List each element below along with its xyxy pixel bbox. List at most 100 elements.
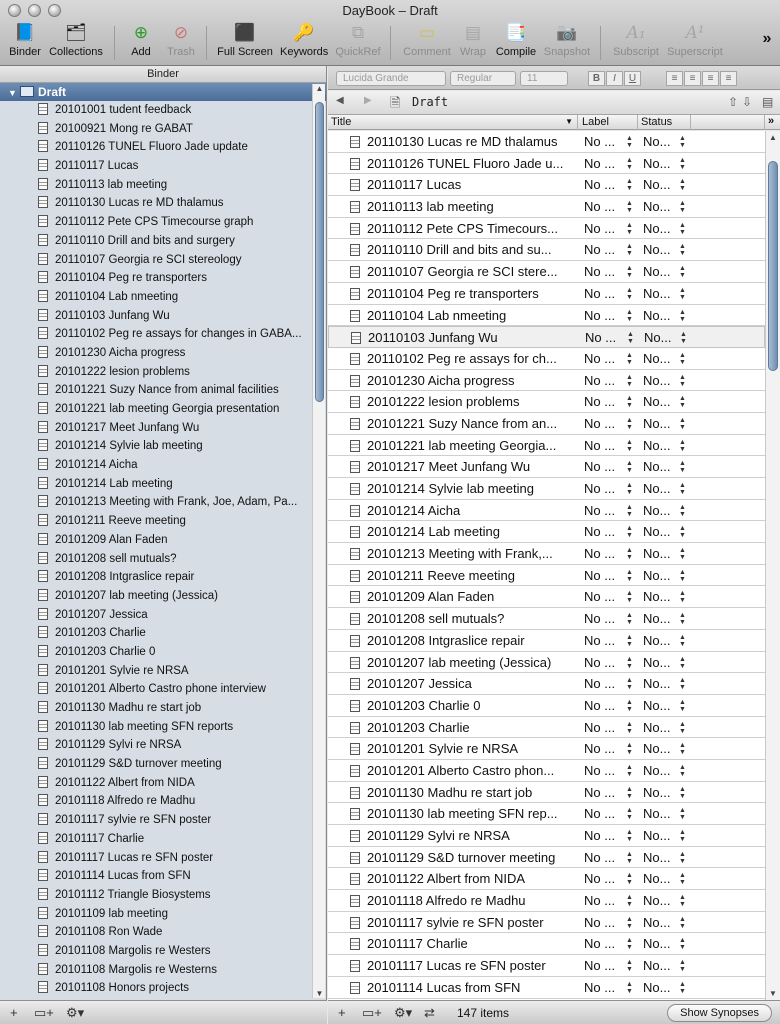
table-row[interactable]: 20110130 Lucas re MD thalamus No ... ▲ ▼ No.…: [328, 131, 765, 153]
label-cell[interactable]: No ... ▲ ▼: [584, 630, 634, 651]
snapshot-button[interactable]: 📷 Snapshot: [542, 22, 592, 64]
binder-item[interactable]: 20101207 Jessica: [0, 606, 312, 625]
table-row[interactable]: 20101207 Jessica No ... ▲ ▼ No... ▲ ▼: [328, 673, 765, 695]
status-stepper-icon[interactable]: ▲ ▼: [680, 331, 687, 345]
label-cell[interactable]: No ... ▲ ▼: [584, 196, 634, 217]
status-cell[interactable]: No... ▲ ▼: [643, 305, 691, 326]
label-cell[interactable]: No ... ▲ ▼: [584, 456, 634, 477]
binder-item[interactable]: 20101109 lab meeting: [0, 905, 312, 924]
binder-scroll-thumb[interactable]: [315, 102, 324, 402]
binder-item[interactable]: 20110112 Pete CPS Timecourse graph: [0, 213, 312, 232]
status-stepper-icon[interactable]: ▲ ▼: [679, 894, 686, 908]
align-center-button[interactable]: ≡: [684, 71, 701, 86]
trash-button[interactable]: ⊘ Trash: [164, 22, 198, 64]
quickref-button[interactable]: ⧉ QuickRef: [334, 22, 382, 64]
binder-item[interactable]: 20110104 Lab nmeeting: [0, 288, 312, 307]
label-cell[interactable]: No ... ▲ ▼: [584, 652, 634, 673]
full-screen-button[interactable]: ⬛ Full Screen: [216, 22, 274, 64]
back-arrow-icon[interactable]: ◀: [336, 95, 344, 106]
binder-item[interactable]: 20101108 Margolis re Westers: [0, 942, 312, 961]
label-stepper-icon[interactable]: ▲ ▼: [626, 352, 633, 366]
show-synopses-button[interactable]: Show Synopses: [667, 1004, 772, 1022]
label-stepper-icon[interactable]: ▲ ▼: [626, 178, 633, 192]
label-stepper-icon[interactable]: ▲ ▼: [626, 525, 633, 539]
binder-item[interactable]: 20101208 Intgraslice repair: [0, 568, 312, 587]
binder-item[interactable]: 20101222 lesion problems: [0, 363, 312, 382]
binder-item[interactable]: 20110102 Peg re assays for changes in GA…: [0, 325, 312, 344]
status-cell[interactable]: No... ▲ ▼: [643, 153, 691, 174]
next-document-icon[interactable]: ⇩: [742, 95, 752, 109]
table-row[interactable]: 20101203 Charlie No ... ▲ ▼ No... ▲ ▼: [328, 717, 765, 739]
table-row[interactable]: 20101214 Aicha No ... ▲ ▼ No... ▲ ▼: [328, 500, 765, 522]
label-stepper-icon[interactable]: ▲ ▼: [626, 395, 633, 409]
status-cell[interactable]: No... ▲ ▼: [643, 239, 691, 260]
title-cell[interactable]: 20110112 Pete CPS Timecours...: [350, 218, 578, 239]
status-cell[interactable]: No... ▲ ▼: [643, 521, 691, 542]
title-cell[interactable]: 20101230 Aicha progress: [350, 370, 578, 391]
label-stepper-icon[interactable]: ▲ ▼: [626, 569, 633, 583]
label-cell[interactable]: No ... ▲ ▼: [584, 478, 634, 499]
font-size-select[interactable]: 11: [520, 71, 568, 86]
table-row[interactable]: 20110103 Junfang Wu No ... ▲ ▼ No... ▲ ▼: [328, 326, 765, 348]
label-cell[interactable]: No ... ▲ ▼: [584, 521, 634, 542]
label-stepper-icon[interactable]: ▲ ▼: [626, 742, 633, 756]
status-cell[interactable]: No... ▲ ▼: [643, 847, 691, 868]
label-cell[interactable]: No ... ▲ ▼: [584, 413, 634, 434]
column-overflow-icon[interactable]: »: [768, 115, 774, 127]
status-stepper-icon[interactable]: ▲ ▼: [679, 981, 686, 995]
label-stepper-icon[interactable]: ▲ ▼: [626, 265, 633, 279]
binder-item[interactable]: 20101117 Lucas re SFN poster: [0, 849, 312, 868]
subscript-button[interactable]: A₁ Subscript: [610, 22, 662, 64]
title-cell[interactable]: 20101203 Charlie 0: [350, 695, 578, 716]
title-cell[interactable]: 20101207 lab meeting (Jessica): [350, 652, 578, 673]
status-cell[interactable]: No... ▲ ▼: [644, 327, 692, 348]
label-cell[interactable]: No ... ▲ ▼: [584, 261, 634, 282]
label-stepper-icon[interactable]: ▲ ▼: [626, 677, 633, 691]
align-justify-button[interactable]: ≡: [720, 71, 737, 86]
title-cell[interactable]: 20110130 Lucas re MD thalamus: [350, 131, 578, 152]
label-cell[interactable]: No ... ▲ ▼: [584, 890, 634, 911]
table-row[interactable]: 20110104 Lab nmeeting No ... ▲ ▼ No... ▲ ▼: [328, 305, 765, 327]
status-cell[interactable]: No... ▲ ▼: [643, 868, 691, 889]
label-cell[interactable]: No ... ▲ ▼: [584, 348, 634, 369]
label-stepper-icon[interactable]: ▲ ▼: [626, 851, 633, 865]
label-stepper-icon[interactable]: ▲ ▼: [626, 699, 633, 713]
status-cell[interactable]: No... ▲ ▼: [643, 803, 691, 824]
label-stepper-icon[interactable]: ▲ ▼: [626, 135, 633, 149]
title-cell[interactable]: 20110117 Lucas: [350, 174, 578, 195]
title-cell[interactable]: 20110103 Junfang Wu: [351, 327, 579, 348]
label-cell[interactable]: No ... ▲ ▼: [584, 955, 634, 976]
status-cell[interactable]: No... ▲ ▼: [643, 196, 691, 217]
status-cell[interactable]: No... ▲ ▼: [643, 977, 691, 998]
status-stepper-icon[interactable]: ▲ ▼: [679, 677, 686, 691]
status-cell[interactable]: No... ▲ ▼: [643, 348, 691, 369]
binder-item[interactable]: 20101114 Lucas from SFN: [0, 867, 312, 886]
add-item-icon[interactable]: +: [338, 1005, 346, 1020]
label-cell[interactable]: No ... ▲ ▼: [584, 153, 634, 174]
table-row[interactable]: 20101129 Sylvi re NRSA No ... ▲ ▼ No... ▲ ▼: [328, 825, 765, 847]
binder-item[interactable]: 20110117 Lucas: [0, 157, 312, 176]
column-status[interactable]: Status: [638, 115, 691, 130]
label-stepper-icon[interactable]: ▲ ▼: [626, 786, 633, 800]
table-row[interactable]: 20110110 Drill and bits and su... No ... ▲…: [328, 239, 765, 262]
label-cell[interactable]: No ... ▲ ▼: [584, 717, 634, 738]
title-cell[interactable]: 20101221 Suzy Nance from an...: [350, 413, 578, 434]
label-stepper-icon[interactable]: ▲ ▼: [626, 612, 633, 626]
title-cell[interactable]: 20101217 Meet Junfang Wu: [350, 456, 578, 477]
table-row[interactable]: 20110126 TUNEL Fluoro Jade u... No ... ▲ ▼ N…: [328, 153, 765, 175]
label-cell[interactable]: No ... ▲ ▼: [584, 500, 634, 521]
label-cell[interactable]: No ... ▲ ▼: [584, 912, 634, 933]
label-stepper-icon[interactable]: ▲ ▼: [626, 721, 633, 735]
binder-item[interactable]: 20101130 lab meeting SFN reports: [0, 718, 312, 737]
status-stepper-icon[interactable]: ▲ ▼: [679, 634, 686, 648]
status-stepper-icon[interactable]: ▲ ▼: [679, 764, 686, 778]
table-row[interactable]: 20101208 sell mutuals? No ... ▲ ▼ No... ▲ ▼: [328, 608, 765, 630]
previous-document-icon[interactable]: ⇧: [728, 95, 738, 109]
binder-item[interactable]: 20101001 tudent feedback: [0, 101, 312, 120]
align-right-button[interactable]: ≡: [702, 71, 719, 86]
label-stepper-icon[interactable]: ▲ ▼: [626, 590, 633, 604]
status-stepper-icon[interactable]: ▲ ▼: [679, 937, 686, 951]
status-stepper-icon[interactable]: ▲ ▼: [679, 417, 686, 431]
status-stepper-icon[interactable]: ▲ ▼: [679, 178, 686, 192]
table-row[interactable]: 20101130 lab meeting SFN rep... No ... ▲ ▼ N…: [328, 803, 765, 825]
